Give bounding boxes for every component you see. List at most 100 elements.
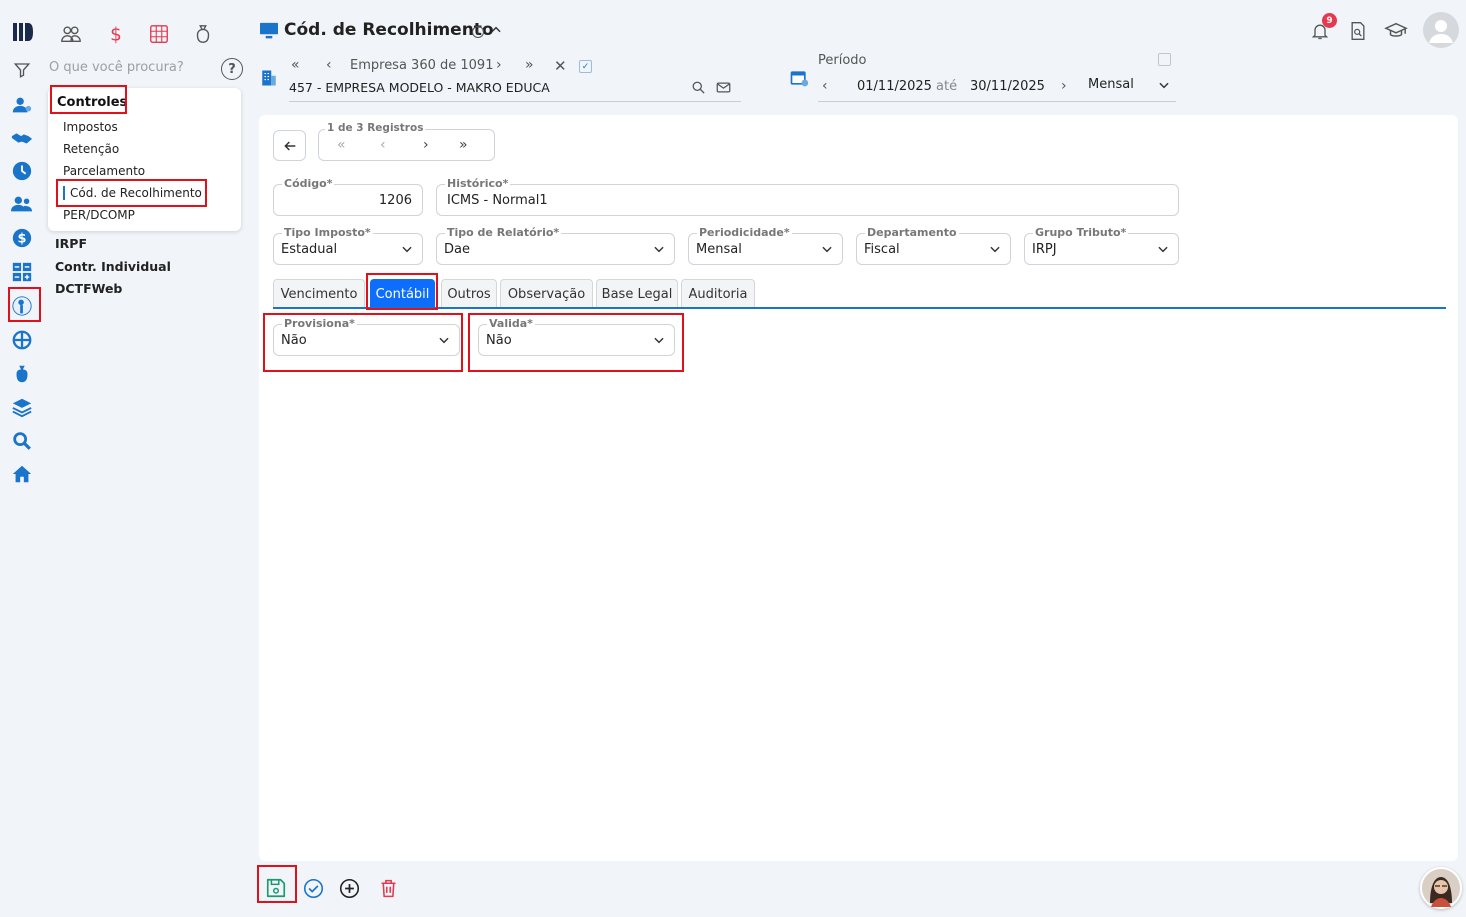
building-icon: [260, 68, 278, 88]
tipo-imposto-label: Tipo Imposto*: [282, 226, 373, 239]
period-label: Período: [818, 53, 867, 68]
menu-item-retencao[interactable]: Retenção: [63, 142, 119, 156]
layers-icon[interactable]: [10, 395, 34, 419]
periodicidade-select[interactable]: Periodicidade* Mensal: [688, 226, 843, 265]
menu-item-parcelamento[interactable]: Parcelamento: [63, 164, 145, 178]
grupo-tributo-select[interactable]: Grupo Tributo* IRPJ: [1024, 226, 1179, 265]
section-irpf[interactable]: IRPF: [55, 236, 87, 251]
chevron-up-icon[interactable]: [489, 23, 503, 37]
tab-vencimento[interactable]: Vencimento: [273, 279, 365, 308]
bag-icon[interactable]: [191, 22, 215, 46]
clock-icon[interactable]: [10, 159, 34, 183]
grupo-tributo-label: Grupo Tributo*: [1033, 226, 1129, 239]
section-contr-individual[interactable]: Contr. Individual: [55, 259, 171, 274]
company-checkbox[interactable]: ✓: [579, 60, 592, 73]
provisiona-value: Não: [281, 333, 307, 348]
next-record-button[interactable]: ›: [423, 137, 429, 153]
team-icon[interactable]: [59, 22, 83, 46]
tipo-imposto-value: Estadual: [281, 242, 338, 257]
company-underline: [289, 101, 741, 102]
chevron-down-icon: [400, 242, 414, 256]
home-icon[interactable]: [10, 462, 34, 486]
tax-control-icon[interactable]: [10, 294, 34, 318]
calendar-icon: [789, 68, 809, 88]
document-search-icon[interactable]: [1348, 20, 1368, 42]
save-icon[interactable]: [265, 877, 287, 899]
record-counter: 1 de 3 Registros: [325, 122, 426, 134]
assistant-avatar[interactable]: [1420, 867, 1462, 909]
codigo-label: Código*: [282, 177, 335, 190]
help-icon[interactable]: ?: [221, 58, 243, 80]
departamento-select[interactable]: Departamento Fiscal: [856, 226, 1011, 265]
menu-item-cod-recolhimento[interactable]: Cód. de Recolhimento: [70, 186, 202, 200]
grupo-tributo-value: IRPJ: [1032, 242, 1057, 257]
last-company-button[interactable]: »: [525, 57, 534, 73]
search-input[interactable]: O que você procura?: [49, 60, 184, 75]
tab-underline: [273, 307, 1446, 309]
tab-observacao[interactable]: Observação: [500, 279, 593, 308]
add-icon[interactable]: [339, 878, 360, 899]
avatar[interactable]: [1423, 12, 1459, 48]
last-record-button[interactable]: »: [459, 137, 468, 153]
next-company-button[interactable]: ›: [496, 57, 502, 73]
menu-item-per-dcomp[interactable]: PER/DCOMP: [63, 208, 135, 222]
chevron-down-icon: [1156, 242, 1170, 256]
provisiona-label: Provisiona*: [282, 317, 357, 330]
back-button[interactable]: [273, 130, 306, 161]
tipo-relatorio-select[interactable]: Tipo de Relatório* Dae: [436, 226, 675, 265]
network-icon[interactable]: [10, 328, 34, 352]
trash-icon[interactable]: [378, 878, 399, 899]
period-start[interactable]: 01/11/2025: [857, 79, 932, 94]
period-mode[interactable]: Mensal: [1088, 77, 1134, 92]
magnifier-icon[interactable]: [691, 80, 706, 95]
tab-outros[interactable]: Outros: [441, 279, 497, 308]
section-dctfweb[interactable]: DCTFWeb: [55, 281, 122, 296]
first-record-button[interactable]: «: [337, 137, 346, 153]
money-bag-icon[interactable]: [10, 362, 34, 386]
handshake-icon[interactable]: [10, 126, 34, 150]
chevron-down-icon: [437, 333, 451, 347]
company-counter: Empresa 360 de 1091: [350, 58, 494, 73]
dollar-icon[interactable]: $: [10, 226, 34, 250]
next-period-button[interactable]: ›: [1061, 78, 1067, 94]
tab-contabil[interactable]: Contábil: [370, 279, 435, 308]
historico-label: Histórico*: [445, 177, 511, 190]
tipo-imposto-select[interactable]: Tipo Imposto* Estadual: [273, 226, 423, 265]
people-icon[interactable]: [10, 192, 34, 216]
codigo-field[interactable]: Código* 1206: [273, 177, 423, 216]
historico-value: ICMS - Normal1: [447, 193, 548, 208]
app-logo[interactable]: [11, 20, 35, 44]
prev-period-button[interactable]: ‹: [822, 78, 828, 94]
period-underline: [818, 101, 1176, 102]
tab-auditoria[interactable]: Auditoria: [681, 279, 755, 308]
prev-record-button[interactable]: ‹: [380, 137, 386, 153]
search-icon[interactable]: [10, 429, 34, 453]
confirm-icon[interactable]: [303, 878, 324, 899]
finance-icon[interactable]: $: [104, 22, 128, 46]
period-checkbox[interactable]: [1158, 53, 1171, 66]
valida-select[interactable]: Valida* Não: [478, 317, 675, 356]
codigo-value: 1206: [378, 193, 412, 208]
calculator-icon[interactable]: [10, 260, 34, 284]
provisiona-select[interactable]: Provisiona* Não: [273, 317, 460, 356]
svg-text:$: $: [18, 232, 27, 247]
close-icon[interactable]: ✕: [554, 57, 567, 75]
menu-item-impostos[interactable]: Impostos: [63, 120, 118, 134]
mail-icon[interactable]: [716, 80, 731, 95]
chevron-down-icon: [820, 242, 834, 256]
menu-section-title[interactable]: Controles: [57, 95, 127, 110]
chevron-down-icon[interactable]: [1157, 78, 1171, 92]
active-indicator: [63, 186, 65, 200]
period-end[interactable]: 30/11/2025: [970, 79, 1045, 94]
historico-field[interactable]: Histórico* ICMS - Normal1: [436, 177, 1179, 216]
filter-icon[interactable]: [10, 58, 34, 82]
first-company-button[interactable]: «: [291, 57, 300, 73]
main-card: [259, 115, 1458, 861]
grid-icon[interactable]: [147, 22, 171, 46]
tab-base-legal[interactable]: Base Legal: [596, 279, 678, 308]
prev-company-button[interactable]: ‹: [326, 57, 332, 73]
info-icon[interactable]: i: [472, 26, 484, 38]
graduation-cap-icon[interactable]: [1384, 20, 1408, 42]
users-icon[interactable]: [10, 93, 34, 117]
tipo-relatorio-value: Dae: [444, 242, 470, 257]
